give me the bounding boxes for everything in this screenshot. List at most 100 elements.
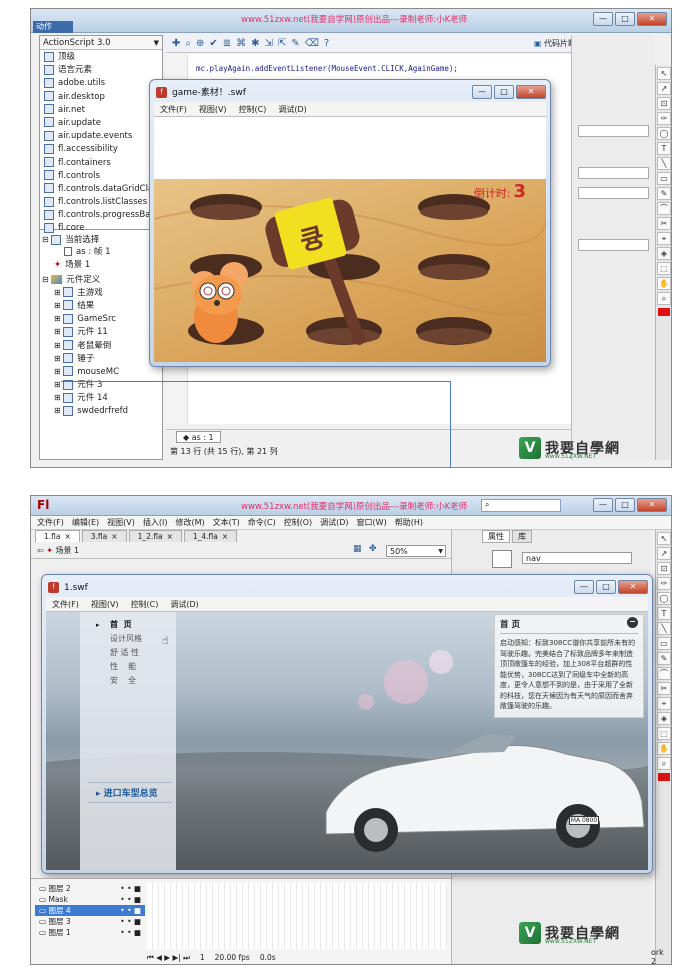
document-tab[interactable]: 1.fla × <box>35 530 80 542</box>
layer-row[interactable]: ▭ 图层 3 • • ■ <box>35 916 145 927</box>
scene-breadcrumb[interactable]: ⇦ ✦ 场景 1 <box>37 545 79 556</box>
tree-current-item[interactable]: as : 帧 1 <box>42 246 162 259</box>
tool-icon[interactable]: ✎ <box>657 652 671 665</box>
tool-icon[interactable]: ▭ <box>657 172 671 185</box>
swf-menu-item[interactable]: 视图(V) <box>199 102 227 116</box>
tool-icon[interactable]: ◈ <box>657 712 671 725</box>
nav-item[interactable]: ▸ 首 页 <box>96 618 176 632</box>
tool-icon[interactable]: ⬚ <box>657 262 671 275</box>
tool-icon[interactable]: ⌕ <box>657 292 671 305</box>
symbol-item[interactable]: ⊞ 锤子 <box>42 352 162 365</box>
tree-symbols[interactable]: ⊟ 元件定义 <box>42 273 162 286</box>
layer-row[interactable]: ▭ 图层 2 • • ■ <box>35 883 145 894</box>
expand-icon[interactable]: ⇱ <box>278 38 286 49</box>
property-field[interactable] <box>578 167 649 179</box>
hint-icon[interactable]: ⌘ <box>236 38 246 49</box>
tool-icon[interactable]: ╲ <box>657 157 671 170</box>
menu-item[interactable]: 修改(M) <box>175 516 204 529</box>
tool-icon[interactable]: ⌒ <box>657 667 671 680</box>
package-item[interactable]: fl.containers <box>44 157 162 170</box>
tool-icon[interactable]: ✂ <box>657 217 671 230</box>
collapse-icon[interactable]: − <box>627 617 638 628</box>
target-icon[interactable]: ⊕ <box>196 38 204 49</box>
tool-icon[interactable]: T <box>657 142 671 155</box>
tool-icon[interactable]: ⊡ <box>657 97 671 110</box>
check-icon[interactable]: ✔ <box>209 38 217 49</box>
package-item[interactable]: adobe.utils <box>44 77 162 90</box>
package-item[interactable]: fl.accessibility <box>44 143 162 156</box>
tool-icon[interactable]: ⌖ <box>657 697 671 710</box>
visibility-icon[interactable]: • • ■ <box>120 894 145 905</box>
menu-item[interactable]: 窗口(W) <box>357 516 387 529</box>
package-item[interactable]: air.update <box>44 117 162 130</box>
symbol-item[interactable]: ⊞ GameSrc <box>42 312 162 325</box>
property-field[interactable] <box>578 125 649 137</box>
add-icon[interactable]: ✚ <box>172 38 180 49</box>
menu-item[interactable]: 文本(T) <box>213 516 240 529</box>
minimize-button[interactable]: — <box>574 580 594 594</box>
zoom-select[interactable]: 50% ▼ <box>386 545 446 557</box>
stroke-color-swatch[interactable] <box>658 308 670 316</box>
find-icon[interactable]: ⌕ <box>185 38 191 49</box>
swf-menu-item[interactable]: 调试(D) <box>278 102 306 116</box>
tool-icon[interactable]: ✎ <box>657 187 671 200</box>
tool-icon[interactable]: ◯ <box>657 127 671 140</box>
play-controls-icon[interactable]: ⏮ ◀ ▶ ▶| ⏭ <box>147 951 190 964</box>
tool-icon[interactable]: ✑ <box>657 112 671 125</box>
visibility-icon[interactable]: • • ■ <box>120 905 145 916</box>
symbol-item[interactable]: ⊞ 结果 <box>42 299 162 312</box>
swf-menu-item[interactable]: 视图(V) <box>91 597 119 611</box>
package-item[interactable]: air.desktop <box>44 91 162 104</box>
tool-icon[interactable]: ✋ <box>657 277 671 290</box>
tool-icon[interactable]: ▭ <box>657 637 671 650</box>
nav-item[interactable]: 性 能 <box>110 660 176 674</box>
package-item[interactable]: 语言元素 <box>44 64 162 77</box>
package-item[interactable]: fl.controls.listClasses <box>44 196 162 209</box>
swf-menu-item[interactable]: 控制(C) <box>131 597 159 611</box>
tool-icon[interactable]: ✋ <box>657 742 671 755</box>
tool-icon[interactable]: ↗ <box>657 82 671 95</box>
menu-item[interactable]: 控制(O) <box>284 516 313 529</box>
swf-menu-item[interactable]: 文件(F) <box>160 102 187 116</box>
swf-stage[interactable]: MA 0800 ▸ 首 页设计风格舒 适 性性 能安 全 ▸ 进口车型总览 ☝ 首… <box>46 612 648 870</box>
menu-item[interactable]: 命令(C) <box>248 516 276 529</box>
panel-tab[interactable]: 库 <box>512 530 532 543</box>
package-item[interactable]: 顶级 <box>44 51 162 64</box>
close-icon[interactable]: × <box>64 532 70 541</box>
symbol-item[interactable]: ⊞ mouseMC <box>42 365 162 378</box>
tool-icon[interactable]: ◈ <box>657 247 671 260</box>
layer-row[interactable]: ▭ Mask • • ■ <box>35 894 145 905</box>
swf-menu-item[interactable]: 控制(C) <box>239 102 267 116</box>
menu-item[interactable]: 调试(D) <box>320 516 348 529</box>
as-version-select[interactable]: ActionScript 3.0 ▼ <box>40 36 162 50</box>
swf-menu-item[interactable]: 调试(D) <box>170 597 198 611</box>
visibility-icon[interactable]: • • ■ <box>120 927 145 938</box>
tool-icon[interactable]: ✑ <box>657 577 671 590</box>
close-icon[interactable]: × <box>222 532 228 541</box>
swf-stage[interactable]: 큥 倒计时: 3 <box>154 117 546 362</box>
panel-tab[interactable]: 属性 <box>482 530 510 543</box>
tool-icon[interactable]: ↖ <box>657 67 671 80</box>
symbol-item[interactable]: ⊞ 老鼠晕倒 <box>42 339 162 352</box>
symbol-item[interactable]: ⊞ 元件 14 <box>42 391 162 404</box>
menu-item[interactable]: 帮助(H) <box>395 516 423 529</box>
close-button[interactable]: ✕ <box>637 12 667 26</box>
property-field[interactable] <box>578 239 649 251</box>
help-icon[interactable]: ? <box>324 38 329 49</box>
close-button[interactable]: ✕ <box>618 580 648 594</box>
symbol-item[interactable]: ⊞ swdedrfrefd <box>42 404 162 417</box>
tool-icon[interactable]: ⬚ <box>657 727 671 740</box>
minimize-button[interactable]: — <box>472 85 492 99</box>
timeline-frames[interactable] <box>147 883 447 949</box>
format-icon[interactable]: ≣ <box>223 38 231 49</box>
search-box[interactable]: ⌕ <box>481 499 561 512</box>
comment-icon[interactable]: ✎ <box>291 38 299 49</box>
library-search-input[interactable]: nav <box>522 552 632 564</box>
collapse-icon[interactable]: ⇲ <box>265 38 273 49</box>
maximize-button[interactable]: □ <box>615 498 635 512</box>
edit-scene-icon[interactable]: ▦ <box>353 544 362 554</box>
maximize-button[interactable]: □ <box>494 85 514 99</box>
close-icon[interactable]: × <box>111 532 117 541</box>
package-item[interactable]: fl.controls <box>44 170 162 183</box>
symbol-item[interactable]: ⊞ 主游戏 <box>42 286 162 299</box>
